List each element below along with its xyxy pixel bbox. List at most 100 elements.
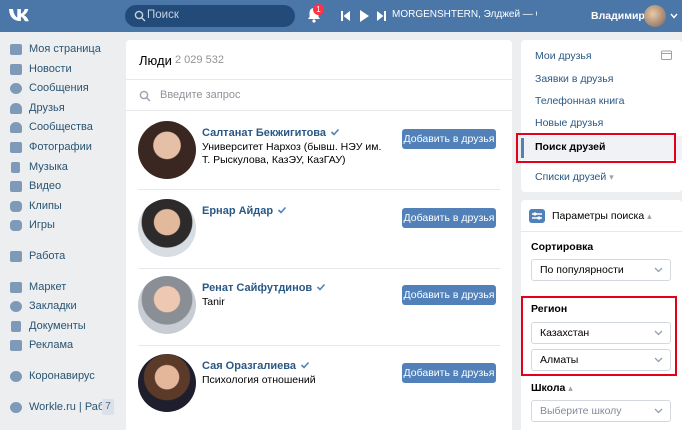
menu-item-phone-book[interactable]: Телефонная книга <box>535 95 625 107</box>
filter-icon <box>529 209 545 223</box>
messages-icon <box>10 83 22 95</box>
menu-separator <box>0 267 120 278</box>
add-friend-button[interactable]: Добавить в друзья <box>402 285 496 305</box>
results-count: 2 029 532 <box>175 54 224 66</box>
menu-item-friend-lists[interactable]: Списки друзей ▾ <box>535 171 614 183</box>
sidebar-item-clips[interactable]: Клипы <box>0 197 120 217</box>
sidebar-item-documents[interactable]: Документы <box>0 317 120 337</box>
school-label[interactable]: Школа ▴ <box>531 382 573 394</box>
chevron-down-icon <box>654 267 663 273</box>
sidebar-item-news[interactable]: Новости <box>0 60 120 80</box>
menu-item-my-friends[interactable]: Мои друзья <box>535 50 592 62</box>
sidebar-item-work[interactable]: Работа <box>0 247 120 267</box>
person-name[interactable]: Ренат Сайфутдинов <box>202 282 326 294</box>
counter-badge: 7 <box>102 398 114 415</box>
next-track-icon <box>377 11 386 21</box>
verified-icon <box>317 283 326 291</box>
bag-icon <box>10 281 22 293</box>
menu-item-new-friends[interactable]: Новые друзья <box>535 117 603 129</box>
app-icon <box>10 401 22 413</box>
search-icon <box>134 10 146 22</box>
filters-header[interactable]: Параметры поиска ▴ <box>521 200 682 232</box>
camera-icon <box>10 141 22 153</box>
divider <box>138 345 500 346</box>
list-item: Салтанат Бекжигитова Университет Нархоз … <box>126 119 512 195</box>
verified-icon <box>330 128 340 136</box>
highlight-box <box>516 133 676 163</box>
filters-title: Параметры поиска ▴ <box>552 210 652 222</box>
vk-logo[interactable] <box>8 6 34 26</box>
calendar-icon[interactable] <box>661 50 672 60</box>
search-icon <box>139 90 151 102</box>
user-icon <box>10 44 22 55</box>
person-photo[interactable] <box>138 121 196 179</box>
person-description: Психология отношений <box>202 374 316 386</box>
person-name[interactable]: Ернар Айдар <box>202 205 287 217</box>
sidebar-item-photos[interactable]: Фотографии <box>0 138 120 158</box>
sort-label: Сортировка <box>531 241 594 253</box>
friends-icon <box>10 102 22 114</box>
friends-menu: Мои друзья Заявки в друзья Телефонная кн… <box>521 40 682 192</box>
sidebar-item-my-page[interactable]: Моя страница <box>0 40 120 60</box>
notifications-badge: 1 <box>313 4 324 15</box>
news-icon <box>10 63 22 75</box>
clips-icon <box>10 200 22 212</box>
menu-separator <box>0 356 120 367</box>
sidebar-item-ads[interactable]: Реклама <box>0 336 120 356</box>
list-item: Ернар Айдар Добавить в друзья <box>126 197 512 273</box>
video-icon <box>10 181 22 193</box>
sidebar-item-video[interactable]: Видео <box>0 177 120 197</box>
caret-down-icon: ▾ <box>609 172 614 182</box>
panel-header: Люди 2 029 532 <box>126 40 512 80</box>
caret-up-icon: ▴ <box>568 383 573 393</box>
sidebar-item-games[interactable]: Игры <box>0 216 120 236</box>
query-placeholder: Введите запрос <box>160 89 241 101</box>
search-input[interactable]: Поиск <box>125 5 295 27</box>
sidebar-item-market[interactable]: Маркет <box>0 278 120 298</box>
person-photo[interactable] <box>138 276 196 334</box>
verified-icon <box>300 361 310 369</box>
document-icon <box>11 320 21 332</box>
person-description: Университет Нархоз (бывш. НЭУ им. Т. Рыс… <box>202 141 382 166</box>
sidebar-item-workle[interactable]: Workle.ru | Раб... 7 <box>0 398 120 418</box>
left-menu: Моя страница Новости Сообщения Друзья Со… <box>0 40 120 417</box>
list-item: Сая Оразгалиева Психология отношений Доб… <box>126 352 512 428</box>
prev-track-icon <box>341 11 350 21</box>
sidebar-item-communities[interactable]: Сообщества <box>0 118 120 138</box>
people-panel: Люди 2 029 532 Введите запрос Салтанат Б… <box>126 40 512 430</box>
highlight-box <box>521 296 677 376</box>
briefcase-icon <box>10 250 22 262</box>
sidebar-item-coronavirus[interactable]: Коронавирус <box>0 367 120 387</box>
avatar[interactable] <box>644 5 666 27</box>
caret-up-icon: ▴ <box>647 211 652 221</box>
person-name[interactable]: Сая Оразгалиева <box>202 360 310 372</box>
search-placeholder: Поиск <box>147 9 179 21</box>
add-friend-button[interactable]: Добавить в друзья <box>402 129 496 149</box>
now-playing[interactable]: MORGENSHTERN, Элджей — Cadill... <box>392 9 537 20</box>
person-name[interactable]: Салтанат Бекжигитова <box>202 127 340 139</box>
menu-item-friend-requests[interactable]: Заявки в друзья <box>535 73 613 85</box>
ads-icon <box>10 340 22 352</box>
sidebar-item-friends[interactable]: Друзья <box>0 99 120 119</box>
sidebar-item-bookmarks[interactable]: Закладки <box>0 297 120 317</box>
menu-separator <box>0 236 120 247</box>
add-friend-button[interactable]: Добавить в друзья <box>402 363 496 383</box>
user-name[interactable]: Владимир <box>591 10 645 22</box>
person-description: Tanir <box>202 296 225 308</box>
sidebar-item-music[interactable]: Музыка <box>0 158 120 178</box>
query-field[interactable]: Введите запрос <box>126 81 512 111</box>
school-select[interactable]: Выберите школу <box>531 400 671 422</box>
sort-select[interactable]: По популярности <box>531 259 671 281</box>
player-controls[interactable] <box>341 10 387 22</box>
divider <box>138 268 500 269</box>
add-friend-button[interactable]: Добавить в друзья <box>402 208 496 228</box>
communities-icon <box>10 122 22 134</box>
list-item: Ренат Сайфутдинов Tanir Добавить в друзь… <box>126 274 512 350</box>
top-bar: Поиск 1 MORGENSHTERN, Элджей — Cadill...… <box>0 0 682 32</box>
divider <box>138 189 500 190</box>
person-photo[interactable] <box>138 199 196 257</box>
person-photo[interactable] <box>138 354 196 412</box>
chevron-down-icon <box>654 408 663 414</box>
chevron-down-icon[interactable] <box>670 13 678 19</box>
sidebar-item-messages[interactable]: Сообщения <box>0 79 120 99</box>
